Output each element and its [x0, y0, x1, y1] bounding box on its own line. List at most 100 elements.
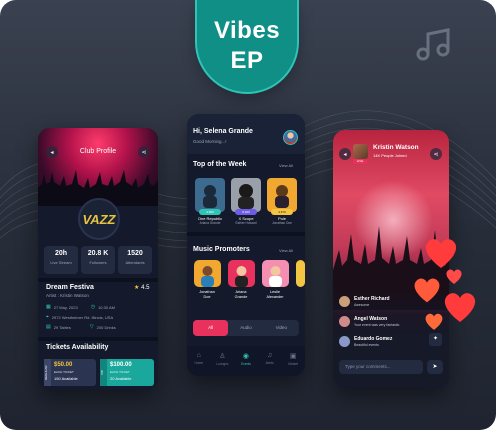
stat-value: 20h [54, 250, 68, 257]
stat-value: 20.8 K [87, 250, 109, 257]
club-logo-text: VAZZ [82, 211, 116, 227]
event-rating: ★ 4.5 [134, 284, 149, 291]
tab-market[interactable]: ▣ Market [281, 346, 305, 376]
club-profile-screen: ◂ Club Profile ⋖ VAZZ 20h Live Stream 20… [38, 128, 158, 390]
live-badge: LIVE [353, 159, 367, 164]
comment-input[interactable]: Type your comments... [339, 360, 423, 374]
ticket-sub: EACH TICKET [54, 370, 74, 374]
heart-icon [414, 278, 440, 303]
ticket-price: $50.00 [54, 362, 73, 368]
promoter-photo [201, 266, 214, 287]
stat-live-stream: 20h Live Stream [44, 246, 78, 274]
clock-icon: ◷ [90, 304, 96, 310]
ticket-available: 20 Available [110, 376, 132, 381]
gift-button[interactable]: ✦ [429, 333, 442, 346]
tab-lounges[interactable]: ♙ Lounges [211, 346, 235, 376]
heart-icon [446, 269, 462, 284]
ticket-tag: VIP [100, 359, 107, 386]
bell-icon: ♫ [266, 352, 273, 359]
tab-label: Market [288, 362, 299, 366]
lounge-icon: ♙ [219, 353, 226, 360]
comment-text: Awesome [354, 303, 370, 307]
event-date-row: ▦ 27 May, 2023 ◷ 10:30 AM [46, 304, 115, 310]
promoter-card[interactable] [228, 260, 255, 287]
stat-label: Live Stream [50, 260, 72, 265]
stat-value: 1520 [127, 250, 143, 257]
ticket-tag: REGULAR [44, 359, 51, 386]
star-icon: ★ [134, 285, 140, 291]
top-week-view-all[interactable]: View All [279, 163, 293, 168]
greeting: Hi, Selena Grande [193, 128, 253, 135]
host-avatar [353, 144, 368, 159]
album-plays: 4,500 [199, 209, 221, 215]
send-button[interactable]: ➤ [427, 360, 443, 374]
comment-item: Eduardo Gomez Beautiful events [339, 336, 392, 347]
promoter-first-name: Jonathan [199, 290, 215, 294]
event-amenities-row: ▤ 29 Tables ▽ 200 Drinks [46, 324, 116, 330]
event-drinks: 200 Drinks [96, 324, 116, 330]
album-artist: Jonathan Doe [272, 221, 292, 225]
heart-icon [425, 313, 443, 330]
bottom-tab-bar: ⌂ Home ♙ Lounges ◉ Events ♫ Alerts ▣ Market [187, 346, 305, 376]
promoter-card-partial[interactable] [296, 260, 305, 287]
stat-attendants: 1520 Attendants [118, 246, 152, 274]
events-icon: ◉ [242, 353, 250, 360]
avatar [339, 296, 350, 307]
brand-line1: Vibes [213, 17, 281, 44]
filter-video[interactable]: Video [264, 320, 299, 336]
avatar [339, 336, 350, 347]
rating-value: 4.5 [141, 285, 150, 291]
home-header: Hi, Selena Grande Good Morning...! [187, 114, 305, 154]
section-divider [38, 278, 158, 282]
comment-item: Angel Watson Your event was very fantasti… [339, 316, 399, 327]
share-button[interactable]: ⋖ [430, 148, 442, 160]
album-card[interactable]: 8,200 [231, 178, 261, 215]
album-card[interactable]: 4,500 [195, 178, 225, 215]
event-artist: Artist : Kristin Watson [46, 293, 89, 298]
tab-home[interactable]: ⌂ Home [187, 346, 211, 376]
stat-followers: 20.8 K Followers [81, 246, 115, 274]
event-name: Dream Festiva [46, 284, 94, 291]
heart-icon [425, 239, 457, 268]
promoters-title: Music Promoters [193, 246, 250, 253]
comment-text: Beautiful events [354, 343, 379, 347]
host-name: Kristin Watson [373, 144, 419, 151]
club-logo: VAZZ [78, 198, 120, 240]
ticket-regular[interactable]: REGULAR $50.00 EACH TICKET 150 Available [44, 359, 96, 386]
promoter-card[interactable] [262, 260, 289, 287]
tab-label: Lounges [216, 362, 229, 366]
section-divider [38, 337, 158, 341]
music-note-icon [416, 28, 450, 61]
drink-icon: ▽ [89, 324, 94, 330]
promoters-view-all[interactable]: View All [279, 248, 293, 253]
showcase-canvas: Vibes EP ◂ Club Profile ⋖ VAZZ 20h Live … [0, 0, 496, 430]
table-icon: ▤ [46, 324, 51, 330]
share-button[interactable]: ⋖ [138, 146, 150, 158]
location-icon: ⌖ [46, 314, 49, 320]
filter-all[interactable]: All [193, 320, 229, 336]
back-button[interactable]: ◂ [339, 148, 351, 160]
filter-audio[interactable]: Audio [228, 320, 263, 336]
tab-events[interactable]: ◉ Events [234, 346, 258, 376]
album-art [238, 184, 254, 209]
section-divider [187, 232, 305, 236]
album-art [275, 185, 289, 208]
club-stats: 20h Live Stream 20.8 K Followers 1520 At… [44, 246, 152, 274]
event-date: 27 May, 2023 [53, 304, 78, 310]
heart-icon [444, 293, 476, 322]
home-screen: Hi, Selena Grande Good Morning...! Top o… [187, 114, 305, 376]
promoter-card[interactable] [194, 260, 221, 287]
store-icon: ▣ [289, 353, 297, 360]
stat-label: Followers [89, 260, 107, 265]
avatar[interactable] [283, 130, 298, 145]
album-card[interactable]: 4,570 [267, 178, 297, 215]
tab-label: Events [241, 362, 251, 366]
tab-alerts[interactable]: ♫ Alerts [258, 346, 282, 376]
sub-greeting: Good Morning...! [193, 139, 227, 144]
ticket-vip[interactable]: VIP $100.00 EACH TICKET 20 Available [100, 359, 154, 386]
promoter-first-name: Leslie [270, 290, 280, 294]
comment-text: Your event was very fantastic [354, 323, 400, 327]
calendar-icon: ▦ [46, 304, 51, 310]
home-icon: ⌂ [196, 352, 201, 359]
album-art [203, 185, 217, 208]
